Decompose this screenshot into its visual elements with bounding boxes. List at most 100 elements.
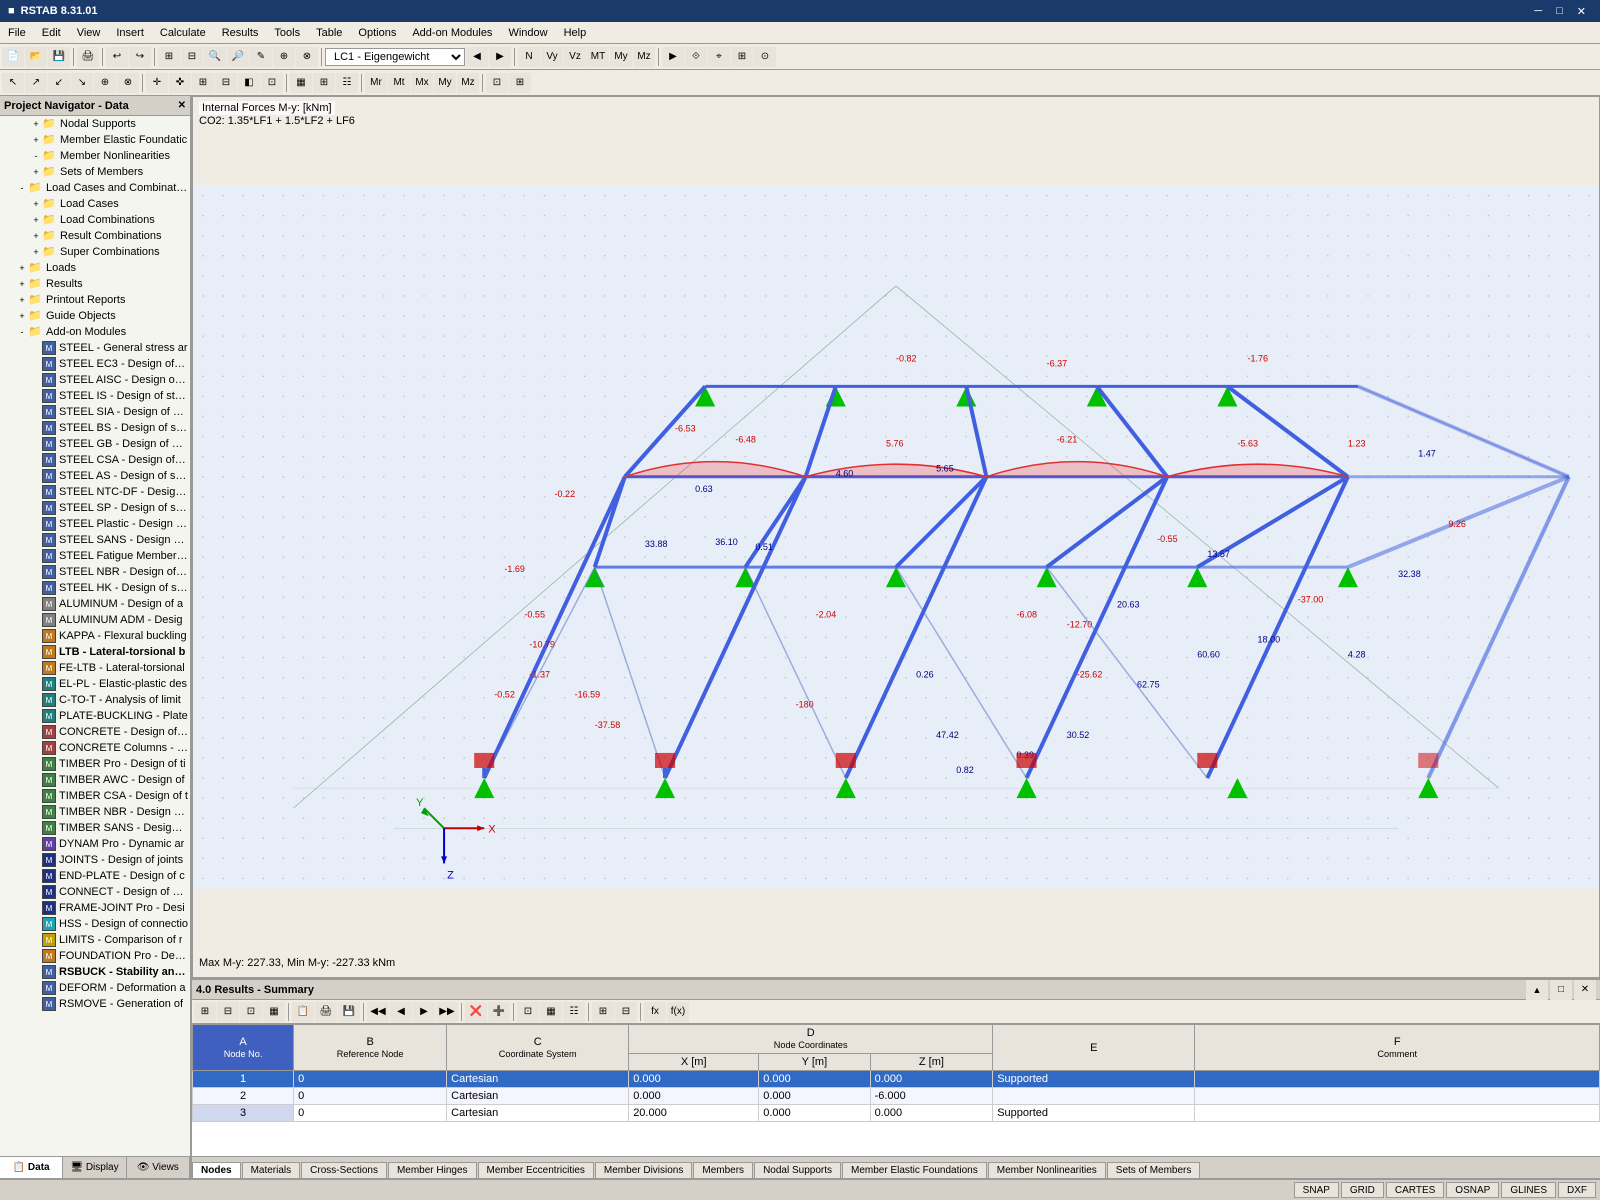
tree-item[interactable]: MSTEEL SIA - Design of stee [0,404,190,420]
tree-item[interactable]: MTIMBER CSA - Design of t [0,788,190,804]
tree-item[interactable]: MLTB - Lateral-torsional b [0,644,190,660]
tree-item[interactable]: MDYNAM Pro - Dynamic ar [0,836,190,852]
tb-btn-d[interactable]: ⊞ [731,47,753,67]
tree-item[interactable]: MSTEEL SANS - Design of st [0,532,190,548]
rtb-9[interactable]: ◀ [390,1002,412,1022]
table-row[interactable]: 3 0 Cartesian 20.000 0.000 0.000 Support… [193,1105,1600,1122]
tb2-11[interactable]: ◧ [238,73,260,93]
new-button[interactable]: 📄 [2,47,24,67]
rtb-4[interactable]: ▦ [263,1002,285,1022]
tree-item[interactable]: -📁Add-on Modules [0,324,190,340]
bottom-tab-nodes[interactable]: Nodes [192,1162,241,1178]
bottom-tab-members[interactable]: Members [693,1162,753,1178]
tb-btn-e[interactable]: ⊙ [754,47,776,67]
tb2-17[interactable]: Mt [388,73,410,93]
tree-item[interactable]: MC-TO-T - Analysis of limit [0,692,190,708]
tb-results-6[interactable]: Mz [633,47,655,67]
menu-options[interactable]: Options [350,25,404,41]
nav-tab-views[interactable]: 👁 Views [127,1157,190,1178]
tree-item[interactable]: MALUMINUM - Design of a [0,596,190,612]
tree-item[interactable]: MTIMBER SANS - Design of [0,820,190,836]
status-dxf[interactable]: DXF [1558,1182,1596,1198]
next-lc[interactable]: ▶ [489,47,511,67]
tb-btn-c[interactable]: ⌖ [708,47,730,67]
results-btn-maximize[interactable]: □ [1550,980,1572,1000]
tb-btn-1[interactable]: ⊞ [158,47,180,67]
tree-item[interactable]: +📁Guide Objects [0,308,190,324]
tree-item[interactable]: +📁Super Combinations [0,244,190,260]
tree-item[interactable]: MHSS - Design of connectio [0,916,190,932]
tree-item[interactable]: MCONNECT - Design of she [0,884,190,900]
tree-item[interactable]: +📁Load Combinations [0,212,190,228]
menu-edit[interactable]: Edit [34,25,69,41]
tb-results-3[interactable]: Vz [564,47,586,67]
menu-window[interactable]: Window [500,25,555,41]
menu-results[interactable]: Results [214,25,267,41]
print-button[interactable]: 🖨 [77,47,99,67]
tree-item[interactable]: +📁Loads [0,260,190,276]
rtb-12[interactable]: ❌ [465,1002,487,1022]
tb-btn-6[interactable]: ⊕ [273,47,295,67]
bottom-tab-member-eccentricities[interactable]: Member Eccentricities [478,1162,594,1178]
tb2-9[interactable]: ⊞ [192,73,214,93]
tree-item[interactable]: MRSBUCK - Stability analy [0,964,190,980]
rtb-6[interactable]: 🖨 [315,1002,337,1022]
tb2-20[interactable]: Mz [457,73,479,93]
tree-item[interactable]: MFE-LTB - Lateral-torsional [0,660,190,676]
tree-item[interactable]: +📁Result Combinations [0,228,190,244]
menu-insert[interactable]: Insert [108,25,152,41]
tb2-15[interactable]: ☷ [336,73,358,93]
undo-button[interactable]: ↩ [106,47,128,67]
status-osnap[interactable]: OSNAP [1446,1182,1499,1198]
tree-item[interactable]: MEL-PL - Elastic-plastic des [0,676,190,692]
table-row[interactable]: 2 0 Cartesian 0.000 0.000 -6.000 [193,1088,1600,1105]
rtb-7[interactable]: 💾 [338,1002,360,1022]
tree-item[interactable]: MKAPPA - Flexural buckling [0,628,190,644]
tb2-7[interactable]: ✛ [146,73,168,93]
tree-item[interactable]: +📁Member Elastic Foundatic [0,132,190,148]
bottom-tab-sets-of-members[interactable]: Sets of Members [1107,1162,1201,1178]
tree-item[interactable]: MJOINTS - Design of joints [0,852,190,868]
tree-item[interactable]: MSTEEL Plastic - Design of s [0,516,190,532]
tree-item[interactable]: MSTEEL - General stress ar [0,340,190,356]
tb-results-4[interactable]: MT [587,47,609,67]
tree-item[interactable]: MEND-PLATE - Design of c [0,868,190,884]
rtb-16[interactable]: ☷ [563,1002,585,1022]
tree-item[interactable]: -📁Load Cases and Combinatior [0,180,190,196]
prev-lc[interactable]: ◀ [466,47,488,67]
rtb-1[interactable]: ⊞ [194,1002,216,1022]
tb2-14[interactable]: ⊞ [313,73,335,93]
menu-tools[interactable]: Tools [266,25,308,41]
tb-btn-2[interactable]: ⊟ [181,47,203,67]
menu-help[interactable]: Help [556,25,595,41]
status-glines[interactable]: GLINES [1501,1182,1556,1198]
status-grid[interactable]: GRID [1341,1182,1384,1198]
rtb-17[interactable]: ⊞ [592,1002,614,1022]
tb2-5[interactable]: ⊕ [94,73,116,93]
tb-btn-b[interactable]: ⟐ [685,47,707,67]
tree-item[interactable]: +📁Results [0,276,190,292]
results-btn-arrow-up[interactable]: ▲ [1526,980,1548,1000]
nav-tab-display[interactable]: 🖥 Display [63,1157,126,1178]
tree-item[interactable]: +📁Load Cases [0,196,190,212]
tree-item[interactable]: -📁Member Nonlinearities [0,148,190,164]
tree-item[interactable]: MSTEEL HK - Design of stee [0,580,190,596]
menu-view[interactable]: View [69,25,109,41]
menu-table[interactable]: Table [308,25,350,41]
rtb-3[interactable]: ⊡ [240,1002,262,1022]
menu-calculate[interactable]: Calculate [152,25,214,41]
rtb-10[interactable]: ▶ [413,1002,435,1022]
tb-btn-a[interactable]: ▶ [662,47,684,67]
close-button[interactable]: ✕ [1571,3,1592,20]
viewport-3d[interactable]: Internal Forces M-y: [kNm] CO2: 1.35*LF1… [192,96,1600,978]
tree-item[interactable]: +📁Sets of Members [0,164,190,180]
tree-item[interactable]: MSTEEL Fatigue Members - [0,548,190,564]
tb2-16[interactable]: Mr [365,73,387,93]
tree-item[interactable]: +📁Nodal Supports [0,116,190,132]
bottom-tab-materials[interactable]: Materials [242,1162,301,1178]
rtb-2[interactable]: ⊟ [217,1002,239,1022]
rtb-5[interactable]: 📋 [292,1002,314,1022]
bottom-tab-member-nonlinearities[interactable]: Member Nonlinearities [988,1162,1106,1178]
bottom-tab-cross-sections[interactable]: Cross-Sections [301,1162,387,1178]
rtb-13[interactable]: ➕ [488,1002,510,1022]
